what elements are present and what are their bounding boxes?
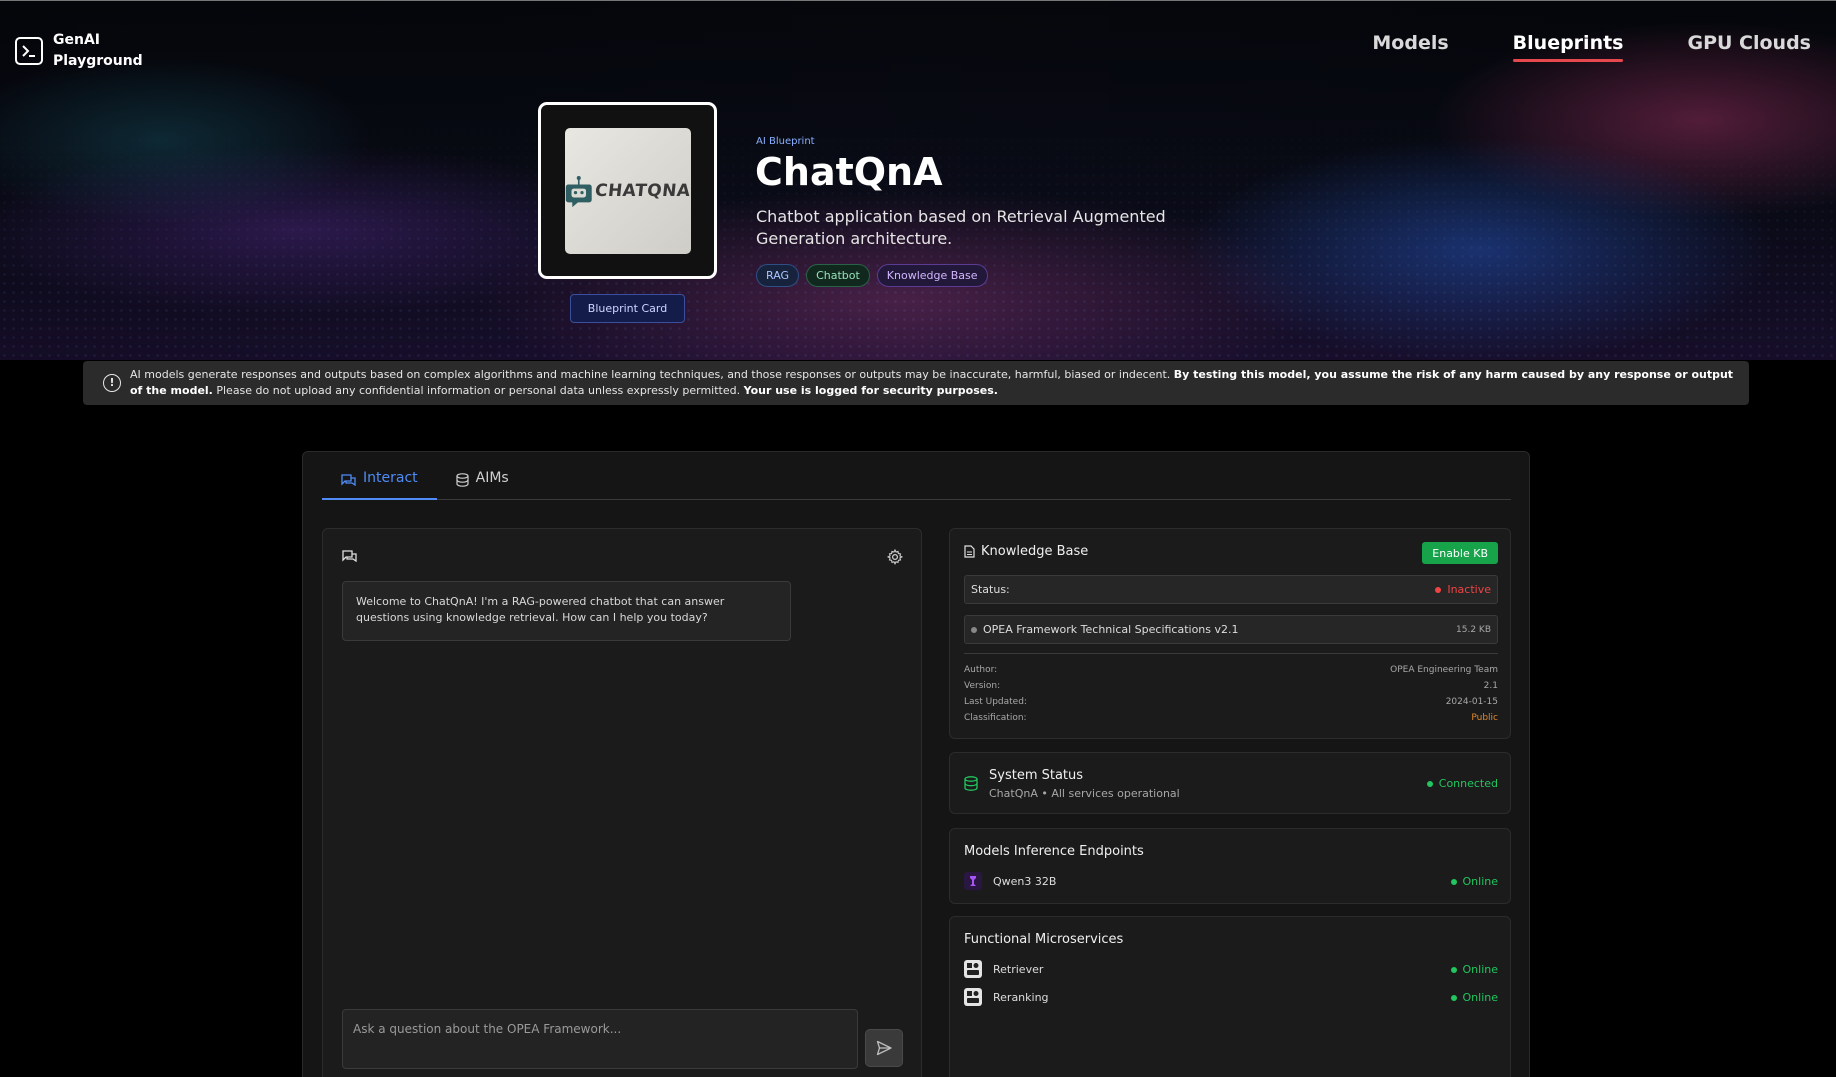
kb-status-value: Inactive [1447, 583, 1491, 596]
document-dot-icon [971, 627, 977, 633]
meta-row-classification: Classification: Public [964, 713, 1498, 723]
microservice-row-retriever[interactable]: Retriever Online [964, 960, 1498, 978]
chat-input[interactable] [342, 1009, 858, 1069]
brand-logo[interactable]: GenAI Playground [15, 30, 143, 72]
blueprint-thumbnail[interactable]: CHATQNA [538, 102, 717, 279]
knowledge-base-title: Knowledge Base [981, 544, 1089, 559]
meta-row-version: Version: 2.1 [964, 681, 1498, 691]
gear-icon[interactable] [887, 549, 903, 565]
enable-kb-button[interactable]: Enable KB [1422, 542, 1498, 564]
disclaimer-banner: ! AI models generate responses and outpu… [83, 361, 1749, 405]
status-dot-icon [1450, 966, 1457, 973]
kb-status-row: Status: Inactive [964, 575, 1498, 604]
microservice-name: Reranking [993, 990, 1049, 1004]
nav-gpu-clouds[interactable]: GPU Clouds [1687, 32, 1811, 62]
page-title: ChatQnA [755, 150, 943, 194]
blueprint-card-button[interactable]: Blueprint Card [570, 294, 685, 323]
microservices-card: Functional Microservices Retriever Onlin… [949, 916, 1511, 1077]
chat-bubbles-icon [341, 474, 356, 486]
tab-aims[interactable]: AIMs [437, 470, 528, 500]
status-dot-icon [1450, 994, 1457, 1001]
send-icon [876, 1040, 892, 1056]
microservice-status: Online [1462, 962, 1498, 976]
document-icon [964, 545, 975, 558]
status-dot-icon [1450, 878, 1457, 885]
models-title: Models Inference Endpoints [964, 844, 1144, 859]
meta-row-last-updated: Last Updated: 2024-01-15 [964, 697, 1498, 707]
page-subtitle: Chatbot application based on Retrieval A… [756, 207, 1166, 248]
meta-row-author: Author: OPEA Engineering Team [964, 665, 1498, 675]
tab-interact[interactable]: Interact [322, 470, 437, 500]
brand-name-line2: Playground [53, 53, 143, 69]
model-icon [964, 872, 982, 890]
chatqna-logo-image: CHATQNA [564, 127, 692, 254]
kb-document-row[interactable]: OPEA Framework Technical Specifications … [964, 615, 1498, 644]
tag-rag: RAG [756, 264, 800, 287]
microservice-row-reranking[interactable]: Reranking Online [964, 988, 1498, 1006]
service-icon [964, 988, 982, 1006]
system-status-subtitle: ChatQnA • All services operational [989, 787, 1180, 800]
nav-blueprints[interactable]: Blueprints [1512, 32, 1623, 62]
chat-bubbles-icon [342, 550, 357, 562]
database-icon [456, 473, 469, 487]
blueprint-eyebrow: AI Blueprint [756, 136, 815, 147]
microservice-status: Online [1462, 990, 1498, 1004]
brand-name-line1: GenAI [53, 32, 100, 48]
top-nav: Models Blueprints GPU Clouds [1372, 32, 1811, 62]
status-dot-icon [1426, 781, 1433, 787]
microservices-title: Functional Microservices [964, 932, 1124, 947]
tab-bar: Interact AIMs [322, 470, 1511, 500]
kb-status-label: Status: [971, 583, 1010, 596]
main-panel: Interact AIMs Welcome to ChatQnA! I'm a … [302, 451, 1530, 1077]
assistant-message: Welcome to ChatQnA! I'm a RAG-powered ch… [342, 581, 791, 641]
model-name: Qwen3 32B [993, 874, 1057, 888]
tag-list: RAG Chatbot Knowledge Base [756, 264, 988, 287]
send-button[interactable] [865, 1029, 903, 1067]
kb-document-name: OPEA Framework Technical Specifications … [983, 623, 1239, 636]
microservice-name: Retriever [993, 962, 1044, 976]
models-endpoints-card: Models Inference Endpoints Qwen3 32B Onl… [949, 828, 1511, 904]
robot-icon [565, 175, 592, 207]
connection-status: Connected [1426, 777, 1498, 790]
chat-panel: Welcome to ChatQnA! I'm a RAG-powered ch… [322, 528, 922, 1077]
model-status: Online [1462, 874, 1498, 888]
server-icon [964, 776, 978, 791]
knowledge-base-card: Knowledge Base Enable KB Status: Inactiv… [949, 528, 1511, 739]
kb-document-size: 15.2 KB [1456, 624, 1491, 635]
system-status-card: System Status ChatQnA • All services ope… [949, 752, 1511, 814]
service-icon [964, 960, 982, 978]
status-dot-icon [1435, 587, 1442, 593]
tag-chatbot: Chatbot [806, 264, 870, 287]
system-status-title: System Status [989, 768, 1084, 783]
model-row[interactable]: Qwen3 32B Online [964, 872, 1498, 890]
terminal-icon [15, 37, 43, 65]
nav-models[interactable]: Models [1372, 32, 1448, 62]
tag-knowledge-base: Knowledge Base [876, 264, 988, 287]
info-icon: ! [103, 374, 121, 392]
